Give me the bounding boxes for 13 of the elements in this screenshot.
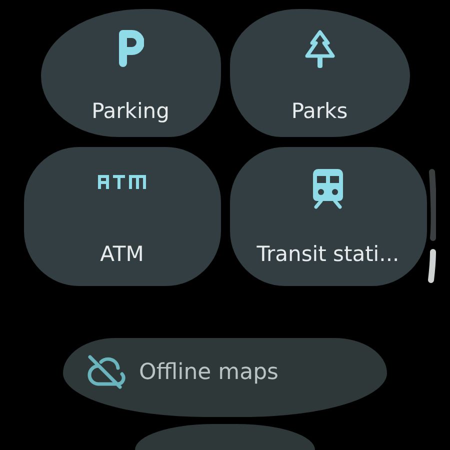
tile-label: Parking — [92, 99, 170, 123]
train-icon — [312, 167, 344, 209]
category-tile[interactable]: Parking — [40, 9, 220, 137]
parking-icon — [118, 29, 144, 67]
tile-label: Transit stati... — [256, 242, 400, 266]
tile-label: Parks — [291, 99, 348, 123]
offline-maps-chip[interactable]: Offline maps — [63, 338, 387, 417]
category-tile[interactable]: ATM — [24, 147, 220, 286]
category-tile[interactable]: Parks — [230, 9, 410, 137]
category-tile[interactable]: Transit stati... — [230, 147, 426, 286]
atm-icon — [98, 173, 146, 189]
tile-label: ATM — [100, 242, 144, 266]
cloud-off-icon — [87, 354, 127, 390]
